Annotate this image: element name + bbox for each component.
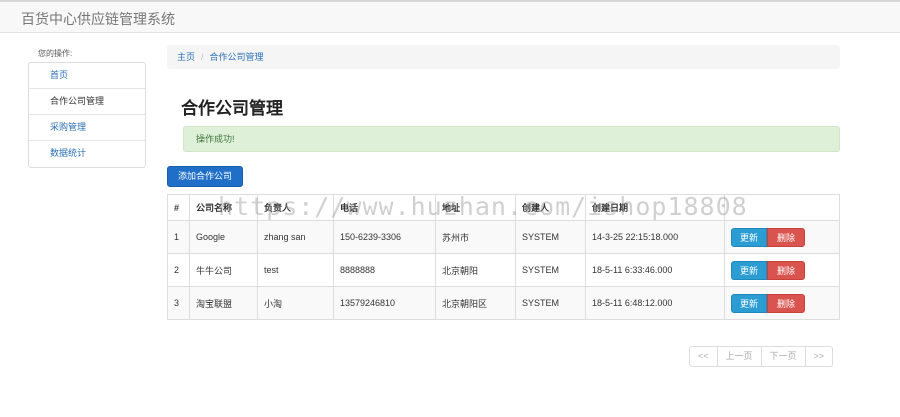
sidebar-item-purchasing[interactable]: 采购管理 xyxy=(29,115,145,141)
cell-number: 3 xyxy=(167,286,190,320)
success-alert: 操作成功! xyxy=(183,126,840,152)
header-created-date: 创建日期 xyxy=(585,194,725,221)
delete-button[interactable]: 删除 xyxy=(767,260,805,280)
header-creator: 创建人 xyxy=(515,194,586,221)
cell-company-name: Google xyxy=(189,220,258,254)
cell-created-date: 14-3-25 22:15:18.000 xyxy=(585,220,725,254)
sidebar-item-home[interactable]: 首页 xyxy=(29,63,145,89)
row-action-group: 更新 删除 xyxy=(731,293,805,313)
cell-phone: 13579246810 xyxy=(333,286,436,320)
cell-creator: SYSTEM xyxy=(515,286,586,320)
pager-last-button[interactable]: >> xyxy=(804,346,834,367)
sidebar-title: 您的操作: xyxy=(38,49,73,58)
header-owner: 负责人 xyxy=(257,194,334,221)
pagination: << 上一页 下一页 >> xyxy=(689,346,834,367)
cell-creator: SYSTEM xyxy=(515,253,586,287)
table-row: 3 淘宝联盟 小淘 13579246810 北京朝阳区 SYSTEM 18-5-… xyxy=(167,286,840,320)
update-button[interactable]: 更新 xyxy=(731,227,767,247)
cell-number: 1 xyxy=(167,220,190,254)
cell-address: 苏州市 xyxy=(435,220,516,254)
cell-creator: SYSTEM xyxy=(515,220,586,254)
cell-owner: 小淘 xyxy=(257,286,334,320)
page-title: 合作公司管理 xyxy=(181,99,283,118)
pager-first-button[interactable]: << xyxy=(689,346,718,367)
top-navbar: 百货中心供应链管理系统 xyxy=(0,0,900,33)
header-number: # xyxy=(167,194,190,221)
add-partner-button[interactable]: 添加合作公司 xyxy=(167,166,243,187)
header-actions xyxy=(724,194,840,221)
update-button[interactable]: 更新 xyxy=(731,260,767,280)
header-phone: 电话 xyxy=(333,194,436,221)
cell-actions: 更新 删除 xyxy=(724,286,840,320)
breadcrumb-separator: / xyxy=(201,52,204,62)
pager-prev-button[interactable]: 上一页 xyxy=(716,346,762,367)
sidebar-menu: 首页 合作公司管理 采购管理 数据统计 xyxy=(28,62,146,168)
partners-table: # 公司名称 负责人 电话 地址 创建人 创建日期 1 Google zhang… xyxy=(167,194,840,320)
table-header-row: # 公司名称 负责人 电话 地址 创建人 创建日期 xyxy=(167,194,840,221)
cell-owner: zhang san xyxy=(257,220,334,254)
cell-phone: 8888888 xyxy=(333,253,436,287)
cell-number: 2 xyxy=(167,253,190,287)
cell-actions: 更新 删除 xyxy=(724,253,840,287)
breadcrumb: 主页 / 合作公司管理 xyxy=(167,45,840,69)
cell-created-date: 18-5-11 6:33:46.000 xyxy=(585,253,725,287)
cell-owner: test xyxy=(257,253,334,287)
cell-actions: 更新 删除 xyxy=(724,220,840,254)
delete-button[interactable]: 删除 xyxy=(767,293,805,313)
header-company-name: 公司名称 xyxy=(189,194,258,221)
cell-company-name: 淘宝联盟 xyxy=(189,286,258,320)
table-row: 1 Google zhang san 150-6239-3306 苏州市 SYS… xyxy=(167,220,840,254)
breadcrumb-home-link[interactable]: 主页 xyxy=(177,52,195,62)
row-action-group: 更新 删除 xyxy=(731,227,805,247)
sidebar-item-partners[interactable]: 合作公司管理 xyxy=(29,89,145,115)
breadcrumb-current-link[interactable]: 合作公司管理 xyxy=(210,52,264,62)
cell-company-name: 牛牛公司 xyxy=(189,253,258,287)
pager-next-button[interactable]: 下一页 xyxy=(760,346,806,367)
table-row: 2 牛牛公司 test 8888888 北京朝阳 SYSTEM 18-5-11 … xyxy=(167,253,840,287)
cell-address: 北京朝阳区 xyxy=(435,286,516,320)
sidebar-item-statistics[interactable]: 数据统计 xyxy=(29,141,145,167)
update-button[interactable]: 更新 xyxy=(731,293,767,313)
cell-address: 北京朝阳 xyxy=(435,253,516,287)
app-title[interactable]: 百货中心供应链管理系统 xyxy=(21,9,175,29)
row-action-group: 更新 删除 xyxy=(731,260,805,280)
header-address: 地址 xyxy=(435,194,516,221)
cell-created-date: 18-5-11 6:48:12.000 xyxy=(585,286,725,320)
cell-phone: 150-6239-3306 xyxy=(333,220,436,254)
delete-button[interactable]: 删除 xyxy=(767,227,805,247)
